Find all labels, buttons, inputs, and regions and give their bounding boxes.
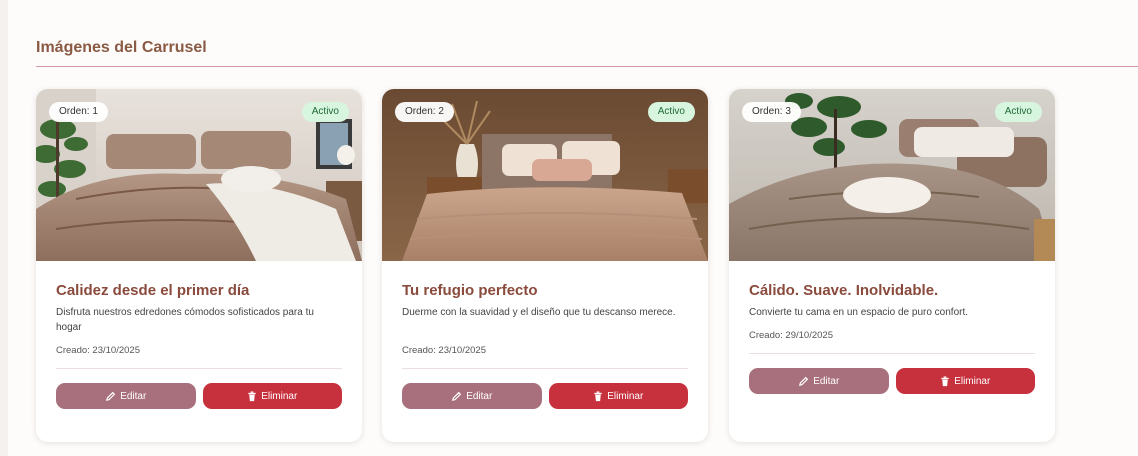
edit-button-label: Editar bbox=[813, 375, 840, 387]
status-badge: Activo bbox=[994, 102, 1042, 122]
card-title: Tu refugio perfecto bbox=[402, 282, 538, 299]
delete-button[interactable]: Eliminar bbox=[895, 368, 1035, 394]
card-description: Duerme con la suavidad y el diseño que t… bbox=[402, 307, 676, 318]
pencil-icon bbox=[799, 376, 809, 386]
carousel-image-3: Orden: 3 Activo bbox=[729, 89, 1055, 261]
order-badge: Orden: 1 bbox=[49, 102, 108, 122]
edit-button[interactable]: Editar bbox=[402, 383, 542, 409]
trash-icon bbox=[594, 390, 602, 401]
edit-button[interactable]: Editar bbox=[749, 368, 889, 394]
status-badge: Activo bbox=[301, 102, 349, 122]
delete-button[interactable]: Eliminar bbox=[202, 383, 342, 409]
carousel-card-3: Orden: 3 Activo Cálido. Suave. Inolvidab… bbox=[729, 89, 1055, 442]
pencil-icon bbox=[452, 391, 462, 401]
carousel-card-2: Orden: 2 Activo Tu refugio perfecto Duer… bbox=[382, 89, 708, 442]
card-divider bbox=[56, 368, 342, 369]
card-description: Convierte tu cama en un espacio de puro … bbox=[749, 307, 969, 318]
created-date: Creado: 23/10/2025 bbox=[402, 345, 486, 356]
delete-button-label: Eliminar bbox=[261, 390, 298, 402]
pencil-icon bbox=[106, 391, 116, 401]
card-divider bbox=[402, 368, 688, 369]
edit-button-label: Editar bbox=[120, 390, 147, 402]
order-badge: Orden: 2 bbox=[395, 102, 454, 122]
status-badge: Activo bbox=[647, 102, 695, 122]
delete-button[interactable]: Eliminar bbox=[548, 383, 688, 409]
section-title: Imágenes del Carrusel bbox=[36, 39, 207, 56]
edit-button[interactable]: Editar bbox=[56, 383, 196, 409]
card-divider bbox=[749, 353, 1035, 354]
card-title: Calidez desde el primer día bbox=[56, 282, 250, 299]
delete-button-label: Eliminar bbox=[954, 375, 991, 387]
carousel-image-1: Orden: 1 Activo bbox=[36, 89, 362, 261]
order-badge: Orden: 3 bbox=[742, 102, 801, 122]
created-date: Creado: 29/10/2025 bbox=[749, 330, 833, 341]
carousel-images-panel: Imágenes del Carrusel Orden: 1 Activo Ca… bbox=[8, 0, 1138, 456]
trash-icon bbox=[941, 375, 949, 386]
section-divider bbox=[36, 66, 1138, 67]
carousel-image-2: Orden: 2 Activo bbox=[382, 89, 708, 261]
card-description: Disfruta nuestros edredones cómodos sofi… bbox=[56, 307, 314, 333]
edit-button-label: Editar bbox=[466, 390, 493, 402]
delete-button-label: Eliminar bbox=[607, 390, 644, 402]
created-date: Creado: 23/10/2025 bbox=[56, 345, 140, 356]
carousel-card-1: Orden: 1 Activo Calidez desde el primer … bbox=[36, 89, 362, 442]
trash-icon bbox=[248, 390, 256, 401]
card-title: Cálido. Suave. Inolvidable. bbox=[749, 282, 939, 299]
